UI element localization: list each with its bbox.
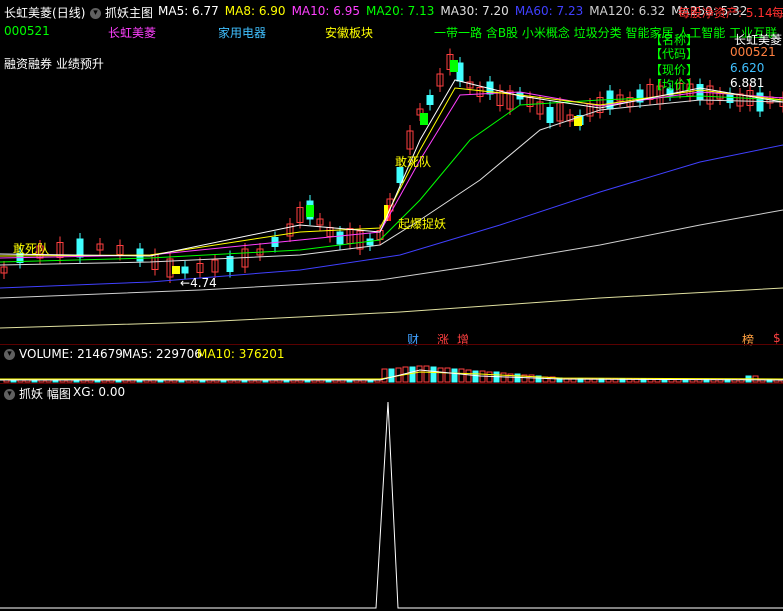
concept-tags: 一带一路 含B股 小米概念 垃圾分类 智能家居 人工智能 工业互联 (434, 26, 778, 40)
collapse-icon[interactable]: ▾ (4, 349, 15, 360)
price-value: 6.620 (730, 61, 765, 75)
ma10-line (0, 91, 783, 259)
arrow-icon: ← (180, 276, 191, 290)
event-bang[interactable]: 榜 (742, 331, 754, 348)
stock-code: 000521 (4, 24, 50, 38)
code-label: 【代码】 (650, 47, 699, 61)
bottom-header[interactable]: ▾ 抓妖 幅图 (4, 385, 71, 402)
net-asset-cut: 每 (772, 6, 783, 20)
code-value: 000521 (730, 45, 776, 59)
event-dollar[interactable]: $ (773, 331, 781, 345)
green-candle (420, 113, 428, 125)
avg-label: 【均价】 (650, 78, 699, 92)
ma-value-5: MA60: 7.23 (514, 4, 584, 18)
ma30-line (0, 99, 783, 266)
ma250-line (0, 287, 783, 329)
volume-title: VOLUME: 214679 (19, 347, 123, 361)
volume-bar (423, 365, 430, 383)
volume-bar (500, 372, 507, 383)
volume-bar (409, 366, 416, 383)
collapse-icon[interactable]: ▾ (90, 8, 101, 19)
volume-bar (451, 368, 458, 383)
green-candle (306, 205, 314, 217)
candle-body (426, 95, 434, 105)
volume-ma5: MA5: 229706 (122, 347, 202, 361)
volume-bar (514, 373, 521, 383)
event-zhang[interactable]: 涨 (437, 331, 449, 348)
low-price-label: ←4.74 (180, 276, 217, 290)
ma-values: MA5: 6.77 MA8: 6.90 MA10: 6.95 MA20: 7.13 MA… (158, 4, 753, 18)
volume-bar (416, 365, 423, 383)
stock-name-tag: 长虹美菱 (108, 26, 157, 40)
header-title: 长虹美菱(日线) (4, 4, 85, 21)
dare-die-label-left: 敢死队 (13, 242, 50, 256)
ma60-line (0, 144, 783, 289)
launch-label: 起爆捉妖 (398, 217, 447, 231)
candle-body (546, 107, 554, 123)
panel-divider-volume[interactable] (0, 383, 783, 384)
volume-bar (465, 369, 472, 383)
yellow-candle (172, 266, 180, 274)
ma20-line (0, 95, 783, 263)
indicator-name: 抓妖主图 (105, 6, 154, 20)
volume-header[interactable]: ▾ VOLUME: 214679 (4, 347, 123, 361)
volume-bar (472, 370, 479, 383)
xg-spike-line (0, 401, 783, 609)
candle-body (336, 231, 344, 245)
volume-bar (381, 368, 388, 383)
candle-body (181, 266, 189, 274)
stock-title: 长虹美菱 (4, 6, 53, 20)
ma-value-6: MA120: 6.32 (589, 4, 666, 18)
net-asset-label: 每股净资产: 5.14 (678, 6, 773, 20)
volume-bar (486, 371, 493, 383)
volume-bar (430, 366, 437, 383)
low-price-value: 4.74 (190, 276, 217, 290)
panel-divider-main[interactable] (0, 344, 783, 345)
collapse-icon[interactable]: ▾ (4, 389, 15, 400)
volume-bar (437, 367, 444, 383)
avg-value: 6.881 (730, 76, 765, 90)
event-zeng[interactable]: 增 (457, 331, 469, 348)
green-candle (450, 60, 458, 72)
dare-die-label-mid: 敢死队 (395, 155, 432, 169)
volume-ma10: MA10: 376201 (197, 347, 285, 361)
ma-value-2: MA10: 6.95 (291, 4, 360, 18)
ma-value-1: MA8: 6.90 (224, 4, 286, 18)
ma-value-4: MA30: 7.20 (440, 4, 509, 18)
volume-bar (458, 368, 465, 383)
volume-bar (388, 368, 395, 383)
xg-value: XG: 0.00 (73, 385, 126, 399)
event-cai[interactable]: 财 (407, 331, 419, 348)
ma5-line (0, 79, 783, 257)
indicator-header[interactable]: ▾ 抓妖主图 (90, 4, 153, 21)
margin-tag: 融资融券 业绩预升 (4, 57, 104, 71)
volume-bar (444, 367, 451, 383)
bottom-title: 抓妖 幅图 (19, 387, 71, 401)
ma-value-0: MA5: 6.77 (158, 4, 219, 18)
candle-body (76, 238, 84, 258)
period-label: (日线) (52, 6, 86, 20)
ma-value-3: MA20: 7.13 (365, 4, 435, 18)
sector-tag: 安徽板块 (325, 26, 374, 40)
industry-tag: 家用电器 (218, 26, 267, 40)
